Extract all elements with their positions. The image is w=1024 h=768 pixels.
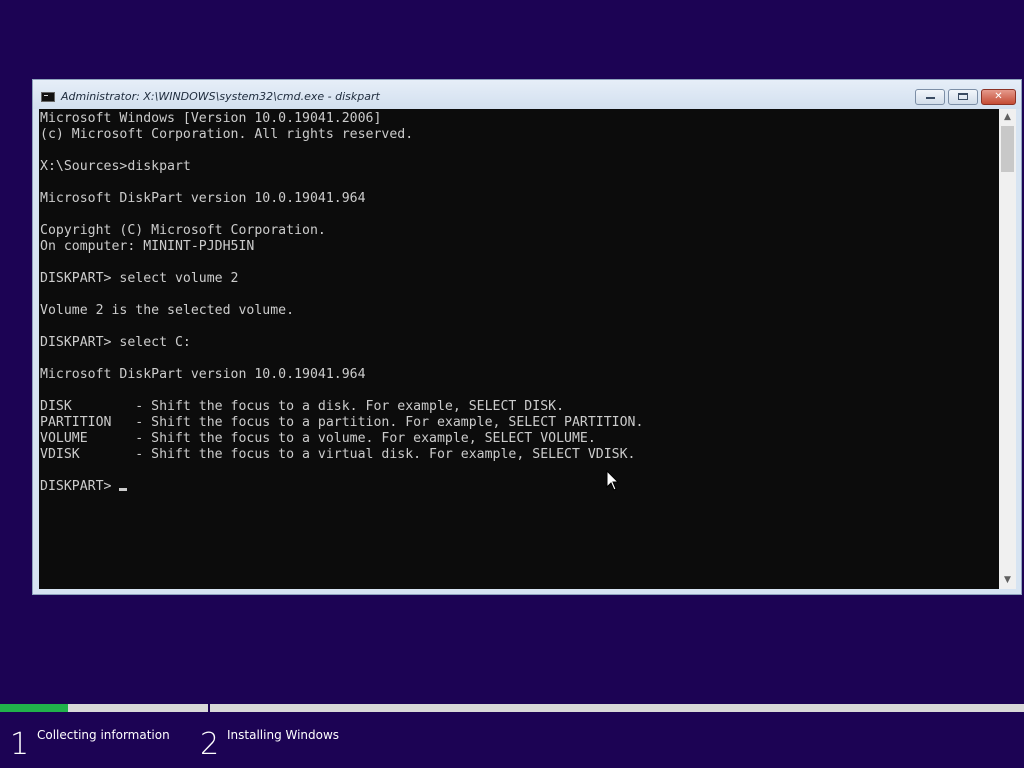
console-prompt-line[interactable]: DISKPART> [40,479,999,495]
step-number: 2 [200,727,220,762]
step-label: Installing Windows [227,728,340,742]
minimize-button[interactable] [915,89,945,105]
console-line: Microsoft Windows [Version 10.0.19041.20… [40,111,382,126]
window-title: Administrator: X:\WINDOWS\system32\cmd.e… [61,90,380,103]
close-button[interactable]: ✕ [981,89,1016,105]
maximize-button[interactable] [948,89,978,105]
setup-progress-bar [0,704,1024,712]
console-prompt: DISKPART> [40,479,120,494]
console-line: VOLUME - Shift the focus to a volume. Fo… [40,431,596,446]
console-line: Microsoft DiskPart version 10.0.19041.96… [40,191,366,206]
progress-step-divider [208,702,210,714]
step-number: 1 [10,727,30,762]
console-line: PARTITION - Shift the focus to a partiti… [40,415,644,430]
console-line: X:\Sources>diskpart [40,159,191,174]
console-line: On computer: MININT-PJDH5IN [40,239,255,254]
scroll-down-icon[interactable]: ▼ [999,572,1016,589]
console-line: Microsoft DiskPart version 10.0.19041.96… [40,367,366,382]
minimize-icon [926,97,935,99]
step-label: Collecting information [37,728,170,742]
text-cursor [119,488,128,491]
console-line: Copyright (C) Microsoft Corporation. [40,223,326,238]
console-output[interactable]: Microsoft Windows [Version 10.0.19041.20… [39,109,999,589]
cmd-window[interactable]: Administrator: X:\WINDOWS\system32\cmd.e… [32,79,1022,595]
mouse-pointer-icon [606,470,620,491]
maximize-icon [958,93,968,100]
console-line: DISK - Shift the focus to a disk. For ex… [40,399,565,414]
scroll-thumb[interactable] [1001,126,1014,172]
scroll-up-icon[interactable]: ▲ [999,109,1016,126]
console-line: (c) Microsoft Corporation. All rights re… [40,127,414,142]
console-line: Volume 2 is the selected volume. [40,303,295,318]
setup-progress-fill [0,704,68,712]
title-bar[interactable]: Administrator: X:\WINDOWS\system32\cmd.e… [33,80,1021,109]
close-icon: ✕ [994,91,1003,102]
console-line: VDISK - Shift the focus to a virtual dis… [40,447,636,462]
setup-background: Administrator: X:\WINDOWS\system32\cmd.e… [0,0,1024,768]
console-icon [41,92,55,102]
vertical-scrollbar[interactable]: ▲ ▼ [999,109,1016,589]
console-line: DISKPART> select volume 2 [40,271,239,286]
console-line: DISKPART> select C: [40,335,191,350]
console-area[interactable]: Microsoft Windows [Version 10.0.19041.20… [39,109,1016,589]
